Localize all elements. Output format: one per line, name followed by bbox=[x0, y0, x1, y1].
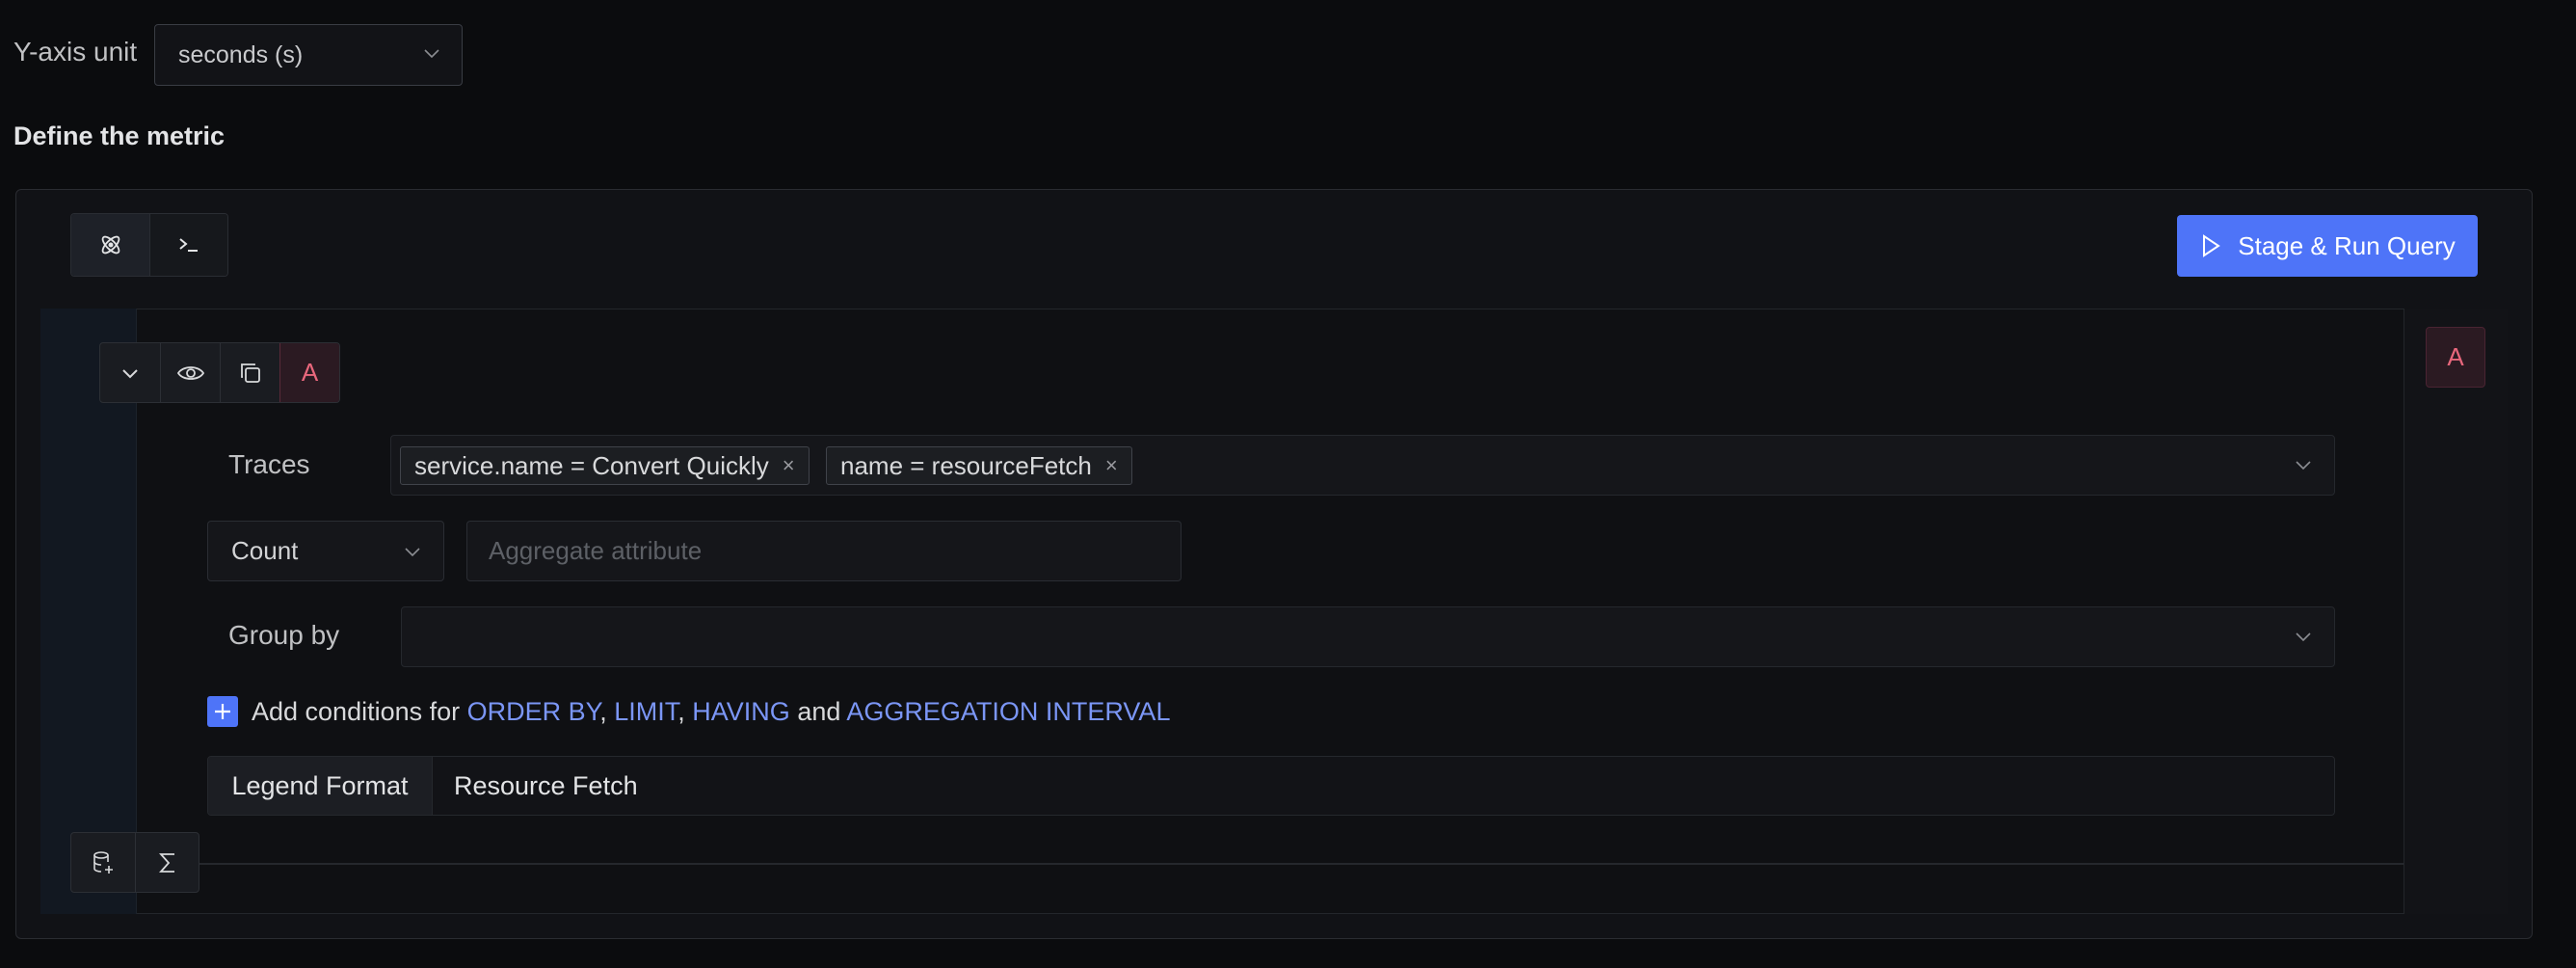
add-query-button[interactable] bbox=[71, 833, 135, 892]
add-conditions-button[interactable] bbox=[207, 696, 238, 727]
chevron-down-icon bbox=[2294, 627, 2313, 646]
close-icon[interactable]: × bbox=[1105, 453, 1118, 478]
y-axis-unit-label: Y-axis unit bbox=[13, 37, 138, 67]
filter-tag: name = resourceFetch × bbox=[826, 446, 1132, 485]
stage-run-query-button[interactable]: Stage & Run Query bbox=[2177, 215, 2478, 277]
aggregate-operator-value: Count bbox=[231, 536, 299, 565]
close-icon[interactable]: × bbox=[783, 453, 795, 478]
sigma-icon bbox=[157, 851, 178, 874]
legend-format-input[interactable]: Resource Fetch bbox=[433, 757, 2334, 815]
add-conditions-prefix: Add conditions for bbox=[252, 696, 461, 726]
plus-icon bbox=[213, 702, 232, 721]
legend-format-field: Legend Format Resource Fetch bbox=[207, 756, 2335, 816]
toggle-visibility-button[interactable] bbox=[160, 343, 220, 402]
query-mode-toggle bbox=[70, 213, 228, 277]
query-right-strip bbox=[2403, 309, 2508, 914]
filter-tag: service.name = Convert Quickly × bbox=[400, 446, 810, 485]
aggregate-attribute-input[interactable]: Aggregate attribute bbox=[466, 521, 1182, 581]
chevron-down-icon bbox=[423, 44, 440, 62]
query-builder-mode-button[interactable] bbox=[71, 214, 149, 276]
divider bbox=[137, 863, 2403, 865]
query-letter-side-badge[interactable]: A bbox=[2426, 327, 2485, 388]
add-formula-button[interactable] bbox=[135, 833, 199, 892]
terminal-icon bbox=[175, 231, 202, 258]
add-conditions-row: Add conditions for ORDER BY, LIMIT, HAVI… bbox=[207, 695, 1170, 728]
add-query-toolbar bbox=[70, 832, 199, 893]
legend-format-label: Legend Format bbox=[208, 757, 433, 815]
chevron-down-icon bbox=[2294, 455, 2313, 474]
separator: , bbox=[599, 696, 607, 726]
query-toolbar: A bbox=[99, 342, 340, 403]
filter-tag-text: service.name = Convert Quickly bbox=[414, 450, 769, 480]
order-by-link[interactable]: ORDER BY bbox=[467, 697, 600, 726]
conjunction: and bbox=[797, 696, 841, 726]
data-source-label: Traces bbox=[228, 449, 310, 479]
query-editor-mode-button[interactable] bbox=[149, 214, 227, 276]
query-builder-icon bbox=[97, 231, 124, 258]
group-by-select[interactable] bbox=[401, 606, 2335, 667]
y-axis-unit-value: seconds (s) bbox=[178, 40, 304, 68]
eye-icon bbox=[176, 363, 205, 384]
copy-icon bbox=[238, 361, 263, 386]
separator: , bbox=[677, 696, 685, 726]
chevron-down-icon bbox=[403, 542, 422, 561]
duplicate-query-button[interactable] bbox=[220, 343, 279, 402]
collapse-query-button[interactable] bbox=[100, 343, 160, 402]
stage-run-query-label: Stage & Run Query bbox=[2238, 230, 2456, 260]
define-metric-title: Define the metric bbox=[13, 121, 226, 150]
database-plus-icon bbox=[92, 850, 115, 875]
limit-link[interactable]: LIMIT bbox=[614, 697, 677, 726]
y-axis-unit-select[interactable]: seconds (s) bbox=[154, 24, 463, 86]
filter-tag-text: name = resourceFetch bbox=[840, 450, 1092, 480]
query-letter-badge[interactable]: A bbox=[279, 343, 339, 402]
having-link[interactable]: HAVING bbox=[692, 697, 790, 726]
chevron-down-icon bbox=[120, 363, 141, 384]
aggregate-operator-select[interactable]: Count bbox=[207, 521, 444, 581]
aggregate-attribute-placeholder: Aggregate attribute bbox=[489, 536, 703, 565]
group-by-label: Group by bbox=[228, 620, 340, 650]
aggregation-interval-link[interactable]: AGGREGATION INTERVAL bbox=[846, 697, 1170, 726]
play-icon bbox=[2199, 233, 2222, 258]
